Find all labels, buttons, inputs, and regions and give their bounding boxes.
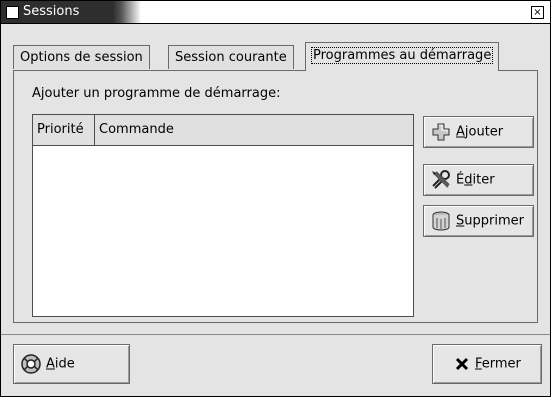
column-header-command[interactable]: Commande — [95, 115, 413, 145]
tab-session-courante[interactable]: Session courante — [168, 45, 294, 69]
tab-options-de-session[interactable]: Options de session — [13, 45, 150, 69]
separator — [1, 334, 550, 335]
close-window-button[interactable]: × — [531, 6, 544, 19]
startup-programs-panel: Ajouter un programme de démarrage: Prior… — [13, 70, 538, 323]
sessions-window: Sessions × Options de session Session co… — [0, 0, 551, 397]
panel-label: Ajouter un programme de démarrage: — [32, 86, 281, 101]
tab-label: Session courante — [175, 50, 287, 65]
plus-icon — [430, 121, 452, 143]
x-icon — [451, 353, 473, 375]
add-button[interactable]: Ajouter — [423, 116, 534, 148]
window-menu-button[interactable] — [6, 6, 19, 19]
help-button[interactable]: Aide — [13, 344, 130, 384]
tab-programmes-au-demarrage[interactable]: Programmes au démarrage — [305, 42, 500, 71]
tools-icon — [430, 169, 452, 191]
close-button[interactable]: Fermer — [432, 344, 542, 384]
edit-button[interactable]: Éditer — [423, 164, 534, 196]
title-bar[interactable]: Sessions × — [1, 1, 550, 24]
remove-button[interactable]: Supprimer — [423, 205, 534, 237]
tab-label: Options de session — [20, 50, 143, 65]
trash-icon — [430, 210, 452, 232]
list-header: Priorité Commande — [33, 115, 413, 146]
tab-label: Programmes au démarrage — [310, 47, 494, 64]
window-title: Sessions — [23, 4, 80, 19]
title-tab: Sessions — [1, 1, 141, 23]
lifebuoy-icon — [20, 353, 42, 375]
startup-programs-list[interactable]: Priorité Commande — [32, 114, 414, 317]
column-header-priority[interactable]: Priorité — [33, 115, 95, 145]
